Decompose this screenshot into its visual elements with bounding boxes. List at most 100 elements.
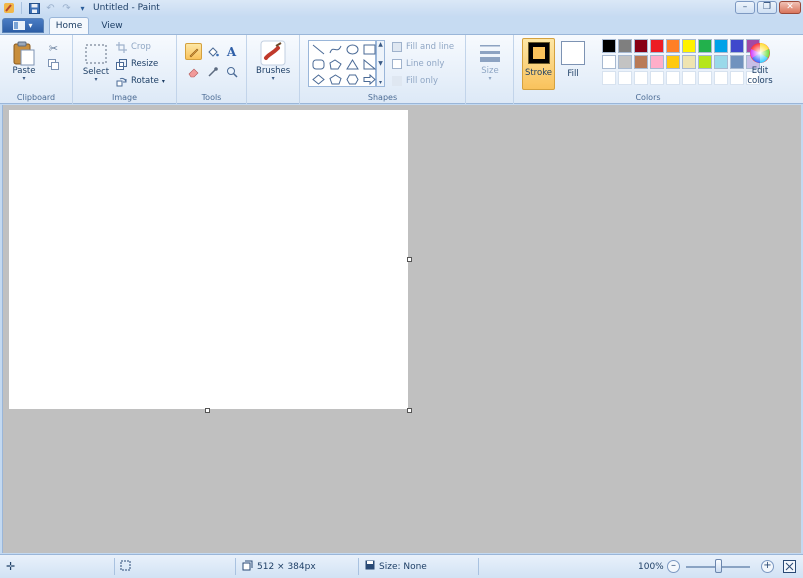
canvas-resize-handle-bottom[interactable] [205,408,210,413]
color-swatch[interactable] [730,39,744,53]
color-swatch[interactable] [666,55,680,69]
triangle-shape-icon[interactable] [344,57,361,72]
image-size-icon [242,560,253,574]
color-swatch[interactable] [650,71,664,85]
color-swatch[interactable] [714,71,728,85]
hexagon-shape-icon[interactable] [344,72,361,87]
color-swatch[interactable] [634,55,648,69]
color-swatch[interactable] [730,71,744,85]
canvas-resize-handle-corner[interactable] [407,408,412,413]
chevron-down-icon: ▾ [161,77,165,85]
status-bar: ✛ 512 × 384px Size: None 100% – + [0,554,803,578]
line-shape-icon[interactable] [310,42,327,57]
tab-view[interactable]: View [96,17,128,34]
color-swatch[interactable] [634,71,648,85]
stroke-label: Stroke [524,68,553,78]
resize-icon [115,58,128,71]
magnifier-icon[interactable] [223,63,240,80]
line-only-label: Line only [406,59,445,69]
close-button[interactable]: ✕ [779,1,801,14]
fill-only-option[interactable]: Fill only [390,74,438,88]
brushes-button[interactable]: Brushes ▾ [256,40,290,82]
shapes-gallery-scroll[interactable]: ▲ ▼ ▾ [376,40,385,87]
color-swatch[interactable] [682,39,696,53]
stroke-color-swatch [527,42,550,64]
image-dimensions-text: 512 × 384px [257,561,316,572]
color-swatch[interactable] [618,39,632,53]
color-swatch[interactable] [602,55,616,69]
separator [21,2,22,14]
restore-button[interactable]: ❐ [757,1,777,14]
eraser-icon[interactable] [185,63,202,80]
color-swatch[interactable] [698,39,712,53]
colors-group-label: Colors [635,93,661,102]
customize-qat-icon[interactable]: ▾ [76,2,89,15]
color-swatch[interactable] [666,71,680,85]
chevron-down-icon[interactable]: ▼ [378,60,383,67]
stroke-color-button[interactable]: Stroke [522,38,555,90]
resize-button[interactable]: Resize [115,57,158,71]
quick-access-toolbar: ↶ ↷ ▾ [0,0,89,16]
edit-colors-button[interactable]: Edit colors [746,40,774,86]
size-button[interactable]: Size ▾ [476,40,504,82]
cut-icon[interactable]: ✂ [47,42,60,55]
text-icon[interactable]: A [223,43,240,60]
color-swatch[interactable] [714,39,728,53]
brush-icon [259,40,287,66]
color-swatch[interactable] [602,71,616,85]
undo-icon[interactable]: ↶ [44,2,57,15]
drawing-canvas[interactable] [9,110,408,409]
crop-button[interactable]: Crop [115,40,151,54]
minimize-button[interactable]: – [735,1,755,14]
color-swatch[interactable] [682,71,696,85]
zoom-out-button[interactable]: – [667,560,680,573]
copy-icon[interactable] [47,58,60,71]
diamond-shape-icon[interactable] [310,72,327,87]
color-swatch[interactable] [682,55,696,69]
file-size-text: Size: None [379,561,427,572]
color-swatch[interactable] [618,55,632,69]
resize-label: Resize [131,59,159,69]
curve-shape-icon[interactable] [327,42,344,57]
shapes-group-label: Shapes [367,93,398,102]
fill-and-line-option[interactable]: Fill and line [390,40,454,54]
pencil-icon[interactable] [185,43,202,60]
redo-icon[interactable]: ↷ [60,2,73,15]
color-swatch[interactable] [698,55,712,69]
select-button[interactable]: Select ▾ [82,41,110,83]
paint-menu-button[interactable]: ▾ [2,18,44,33]
color-swatch[interactable] [650,39,664,53]
tab-home[interactable]: Home [49,17,89,34]
save-icon[interactable] [28,2,41,15]
pentagon-shape-icon[interactable] [327,72,344,87]
color-picker-icon[interactable] [204,63,221,80]
color-swatch[interactable] [602,39,616,53]
paint-app-icon[interactable] [2,2,15,15]
oval-shape-icon[interactable] [344,42,361,57]
color-swatch[interactable] [698,71,712,85]
color-swatch[interactable] [714,55,728,69]
fit-to-window-icon[interactable] [783,560,796,576]
expand-gallery-icon[interactable]: ▾ [379,79,382,86]
color-swatch[interactable] [618,71,632,85]
fill-color-button[interactable]: Fill [558,38,588,79]
canvas-workspace[interactable] [2,105,801,553]
line-only-icon [390,58,403,71]
zoom-slider-thumb[interactable] [715,559,722,573]
fill-bucket-icon[interactable] [204,43,221,60]
color-swatch[interactable] [730,55,744,69]
color-swatch[interactable] [634,39,648,53]
line-only-option[interactable]: Line only [390,57,444,71]
tools-group: A Tools [177,35,247,104]
rounded-rectangle-shape-icon[interactable] [310,57,327,72]
color-swatch[interactable] [650,55,664,69]
canvas-resize-handle-right[interactable] [407,257,412,262]
color-swatch[interactable] [666,39,680,53]
polygon-shape-icon[interactable] [327,57,344,72]
rotate-button[interactable]: Rotate ▾ [115,74,165,88]
zoom-in-button[interactable]: + [761,560,774,573]
chevron-up-icon[interactable]: ▲ [378,41,383,48]
paste-button[interactable]: Paste ▾ [10,40,38,82]
paint-menu-icon [13,21,26,30]
disk-icon [365,560,375,573]
